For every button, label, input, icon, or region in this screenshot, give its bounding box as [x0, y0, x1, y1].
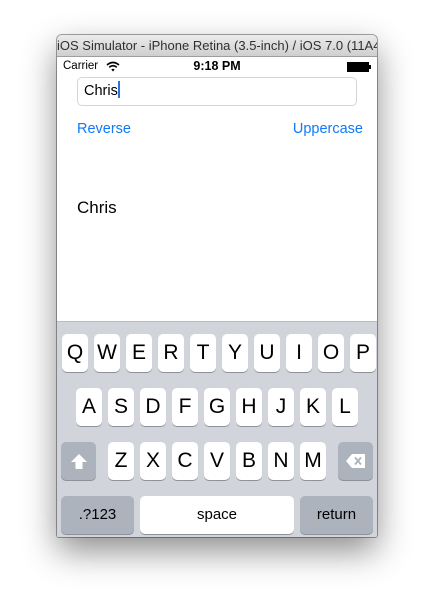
iphone-screen: Carrier 9:18 PM Chris Reverse Uppercase … — [57, 57, 377, 537]
key-z[interactable]: Z — [108, 442, 134, 480]
status-bar: Carrier 9:18 PM — [57, 57, 377, 77]
key-f[interactable]: F — [172, 388, 198, 426]
key-u[interactable]: U — [254, 334, 280, 372]
key-a[interactable]: A — [76, 388, 102, 426]
key-h[interactable]: H — [236, 388, 262, 426]
key-i[interactable]: I — [286, 334, 312, 372]
shift-key[interactable] — [61, 442, 96, 480]
key-r[interactable]: R — [158, 334, 184, 372]
simulator-window: iOS Simulator - iPhone Retina (3.5-inch)… — [57, 35, 377, 537]
key-x[interactable]: X — [140, 442, 166, 480]
key-c[interactable]: C — [172, 442, 198, 480]
text-caret — [117, 81, 120, 98]
backspace-icon — [345, 454, 365, 468]
key-d[interactable]: D — [140, 388, 166, 426]
key-b[interactable]: B — [236, 442, 262, 480]
key-l[interactable]: L — [332, 388, 358, 426]
window-title: iOS Simulator - iPhone Retina (3.5-inch)… — [57, 35, 377, 57]
uppercase-button[interactable]: Uppercase — [293, 121, 363, 137]
text-input[interactable]: Chris — [77, 77, 357, 106]
output-label: Chris — [77, 198, 117, 217]
key-k[interactable]: K — [300, 388, 326, 426]
key-p[interactable]: P — [350, 334, 376, 372]
key-o[interactable]: O — [318, 334, 344, 372]
numbers-key[interactable]: .?123 — [61, 496, 134, 534]
key-e[interactable]: E — [126, 334, 152, 372]
key-w[interactable]: W — [94, 334, 120, 372]
battery-icon — [347, 62, 371, 72]
status-time: 9:18 PM — [193, 59, 241, 73]
key-n[interactable]: N — [268, 442, 294, 480]
keyboard: Q W E R T Y U I O P A S D F G H J K L Z — [57, 321, 377, 537]
key-t[interactable]: T — [190, 334, 216, 372]
text-input-value: Chris — [84, 83, 118, 99]
key-y[interactable]: Y — [222, 334, 248, 372]
key-m[interactable]: M — [300, 442, 326, 480]
key-j[interactable]: J — [268, 388, 294, 426]
space-key[interactable]: space — [140, 496, 294, 534]
key-g[interactable]: G — [204, 388, 230, 426]
key-v[interactable]: V — [204, 442, 230, 480]
reverse-button[interactable]: Reverse — [77, 121, 131, 137]
shift-arrow-icon — [70, 454, 87, 469]
delete-key[interactable] — [338, 442, 373, 480]
key-q[interactable]: Q — [62, 334, 88, 372]
key-s[interactable]: S — [108, 388, 134, 426]
return-key[interactable]: return — [300, 496, 373, 534]
